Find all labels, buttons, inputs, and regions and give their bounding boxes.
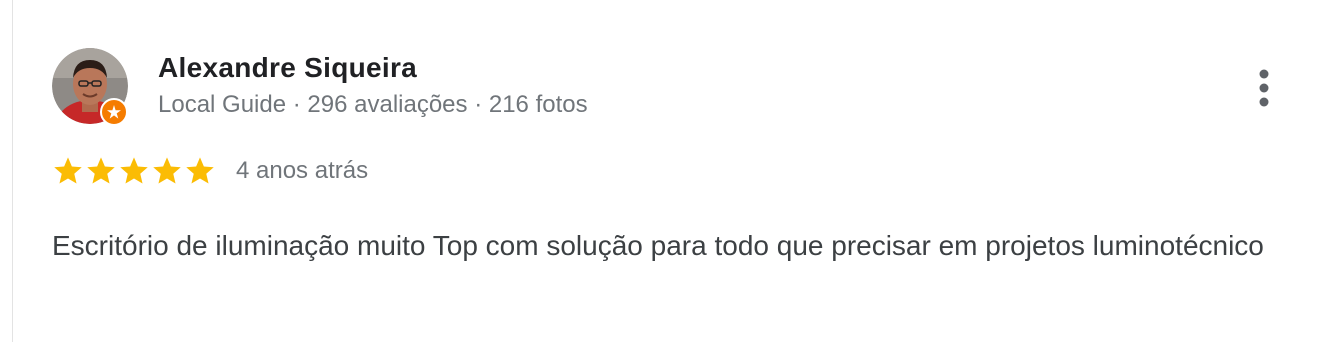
star-rating bbox=[52, 155, 216, 187]
review-text: Escritório de iluminação muito Top com s… bbox=[52, 230, 1264, 261]
star-icon bbox=[153, 157, 181, 184]
rating-row: 4 anos atrás bbox=[52, 153, 368, 189]
review-card: Alexandre Siqueira Local Guide · 296 ava… bbox=[0, 0, 1320, 342]
reviewer-name[interactable]: Alexandre Siqueira bbox=[158, 52, 417, 84]
star-icon bbox=[87, 157, 115, 184]
star-icon bbox=[120, 157, 148, 184]
more-options-button[interactable] bbox=[1242, 64, 1286, 112]
star-icon bbox=[186, 157, 214, 184]
reviewer-meta[interactable]: Local Guide · 296 avaliações · 216 fotos bbox=[158, 91, 588, 119]
avatar[interactable] bbox=[52, 48, 128, 126]
more-vert-icon bbox=[1259, 69, 1269, 107]
local-guide-badge-icon bbox=[100, 98, 128, 126]
card-divider bbox=[12, 0, 13, 342]
review-date: 4 anos atrás bbox=[236, 157, 369, 184]
star-icon bbox=[54, 157, 82, 184]
